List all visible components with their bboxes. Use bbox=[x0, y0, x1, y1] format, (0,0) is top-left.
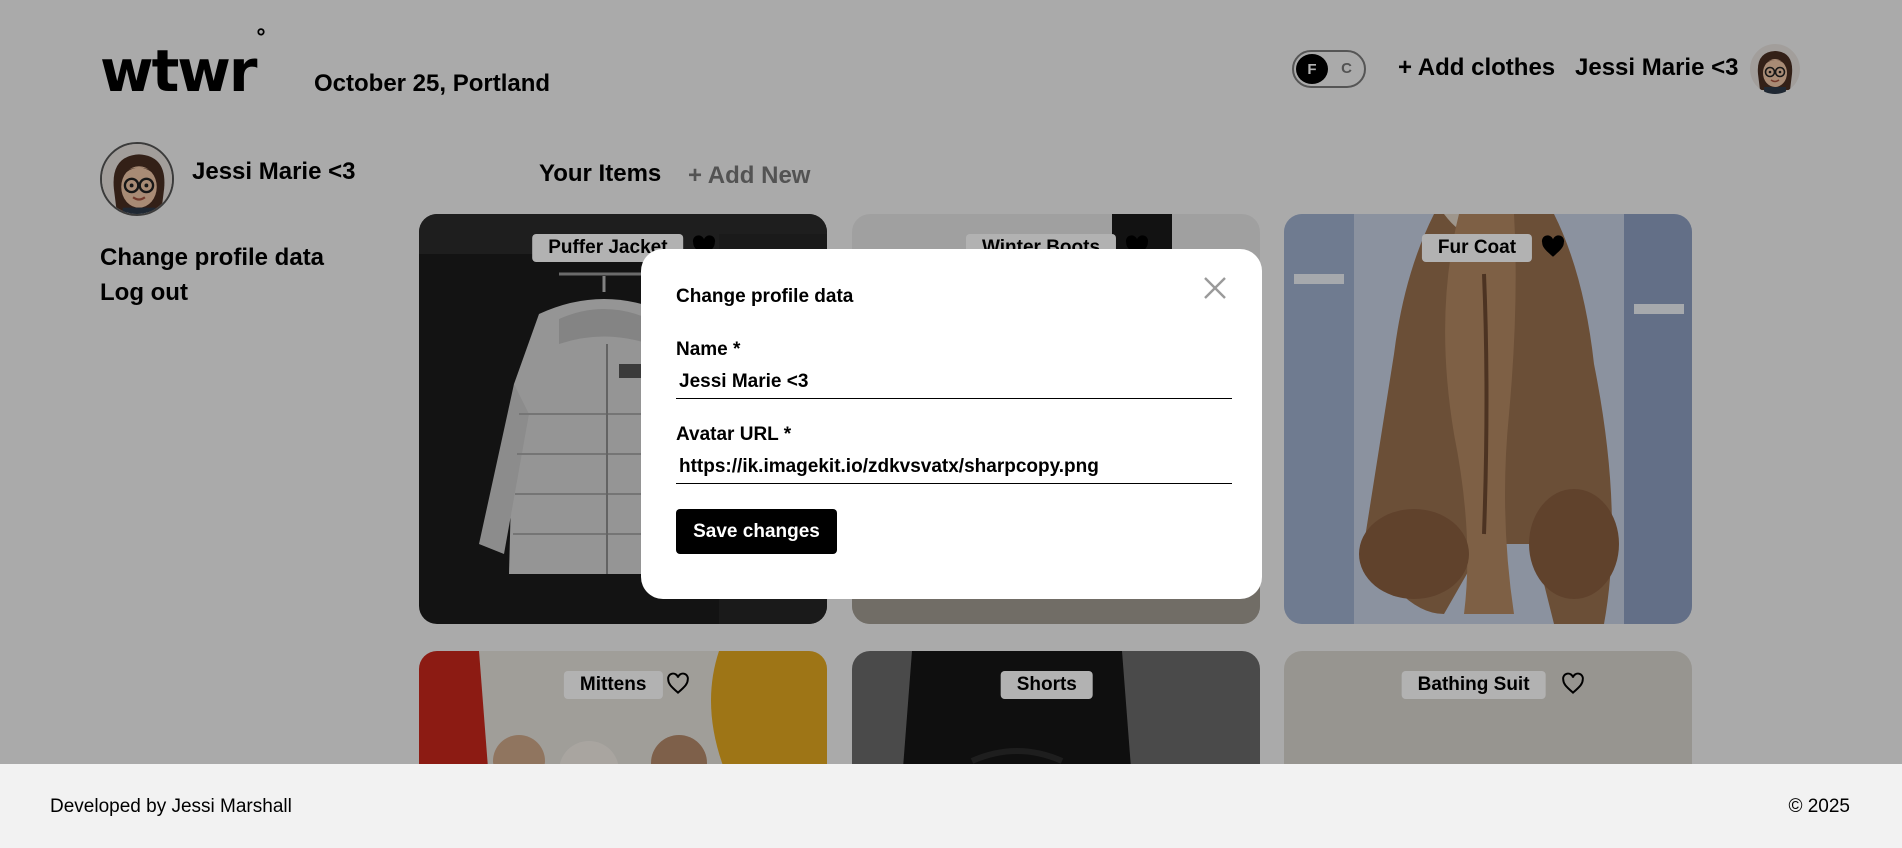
footer-copyright: © 2025 bbox=[1788, 796, 1850, 817]
footer: Developed by Jessi Marshall © 2025 bbox=[0, 764, 1902, 848]
change-profile-modal: Change profile data Name * Avatar URL * … bbox=[641, 249, 1262, 599]
modal-title: Change profile data bbox=[676, 286, 854, 307]
close-icon bbox=[1204, 277, 1226, 299]
name-input[interactable] bbox=[676, 365, 1232, 399]
close-modal-button[interactable] bbox=[1198, 271, 1232, 305]
avatar-url-input[interactable] bbox=[676, 450, 1232, 484]
name-label: Name * bbox=[676, 339, 741, 360]
save-changes-button[interactable]: Save changes bbox=[676, 509, 837, 554]
avatar-url-label: Avatar URL * bbox=[676, 424, 792, 445]
footer-developer: Developed by Jessi Marshall bbox=[50, 796, 292, 817]
profile-page: wtwr° October 25, Portland F C + Add clo… bbox=[0, 0, 1902, 848]
